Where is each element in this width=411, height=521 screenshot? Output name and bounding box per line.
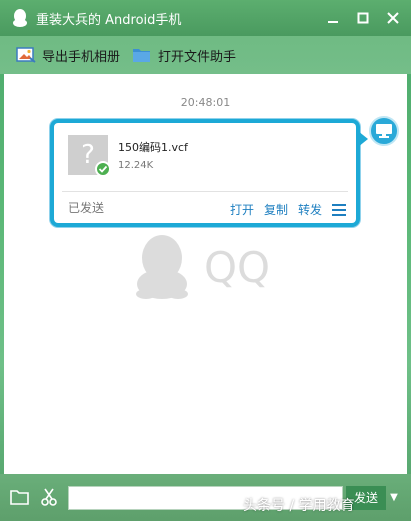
maximize-button[interactable] — [353, 8, 373, 28]
source-watermark: 头条号 / 学用教育 — [243, 498, 355, 514]
open-file-assistant-label: 打开文件助手 — [158, 49, 237, 65]
window-title: 重装大兵的 Android手机 — [36, 12, 182, 28]
file-message-bubble[interactable]: ? 150编码1.vcf 12.24K 已发送 打开 复制 转发 — [50, 119, 368, 227]
message-timestamp: 20:48:01 — [180, 96, 231, 109]
export-photos-label: 导出手机相册 — [42, 49, 121, 65]
sent-status: 已发送 — [68, 201, 105, 215]
forward-file-link[interactable]: 转发 — [298, 201, 322, 218]
title-bar: 重装大兵的 Android手机 — [0, 0, 411, 36]
send-file-icon[interactable] — [10, 488, 30, 506]
qq-logo-icon — [12, 9, 28, 27]
qq-watermark-text: QQ — [204, 242, 271, 292]
divider — [62, 191, 348, 192]
more-menu-icon[interactable] — [332, 203, 346, 216]
device-avatar[interactable] — [369, 116, 399, 146]
photo-export-icon — [16, 46, 36, 64]
export-photos-button[interactable]: 导出手机相册 — [16, 41, 120, 69]
qq-penguin-icon — [134, 234, 190, 300]
open-file-link[interactable]: 打开 — [230, 201, 254, 218]
file-name: 150编码1.vcf — [118, 141, 188, 154]
baidu-watermark: Bai 经验 — [300, 455, 355, 471]
toolbar: 导出手机相册 打开文件助手 — [0, 36, 411, 74]
send-options-chevron-icon[interactable]: ▼ — [386, 486, 402, 510]
folder-icon — [132, 46, 152, 64]
minimize-button[interactable] — [323, 8, 343, 28]
file-size: 12.24K — [118, 160, 154, 171]
close-button[interactable] — [383, 8, 403, 28]
open-file-assistant-button[interactable]: 打开文件助手 — [132, 41, 236, 69]
chat-area: 20:48:01 ? 150编码1.vcf 12.24K 已发送 打开 复制 转… — [4, 74, 407, 474]
copy-file-link[interactable]: 复制 — [264, 201, 288, 218]
qq-watermark: QQ — [134, 234, 270, 300]
check-icon — [95, 161, 111, 177]
screenshot-scissors-icon[interactable] — [40, 487, 58, 507]
monitor-icon — [376, 124, 392, 138]
bubble-tail — [358, 131, 368, 147]
